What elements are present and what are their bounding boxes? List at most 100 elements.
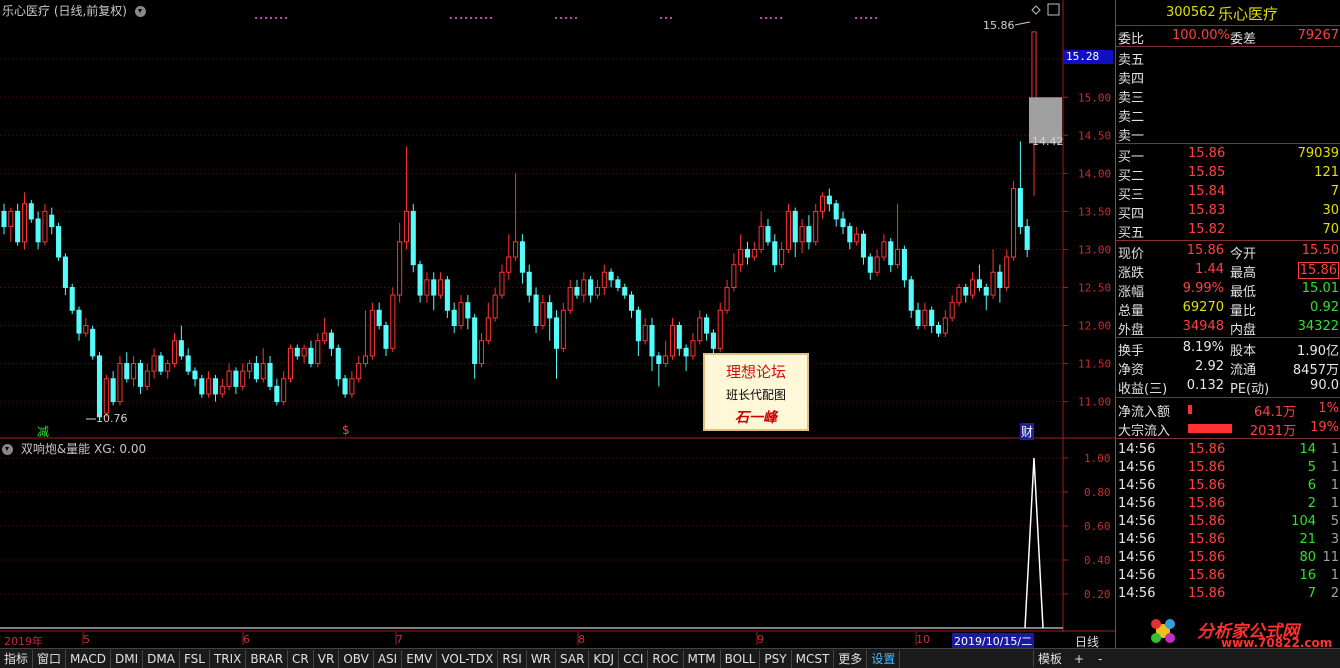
candle-body[interactable]	[922, 309, 928, 326]
tab-指标[interactable]: 指标	[0, 649, 34, 668]
candle-body[interactable]	[772, 241, 778, 266]
mark-jian[interactable]: 减	[37, 423, 49, 440]
candle-body[interactable]	[1010, 188, 1017, 258]
candle-body[interactable]	[663, 355, 669, 365]
candle-body[interactable]	[103, 378, 109, 414]
candle-body[interactable]	[485, 317, 491, 342]
candle-body[interactable]	[560, 309, 566, 349]
tab-boll[interactable]: BOLL	[721, 649, 761, 668]
candle-body[interactable]	[301, 347, 307, 357]
tab-obv[interactable]: OBV	[339, 649, 374, 668]
candle-body[interactable]	[151, 355, 157, 372]
candle-body[interactable]	[212, 378, 219, 395]
tab-asi[interactable]: ASI	[374, 649, 403, 668]
candle-body[interactable]	[1, 210, 7, 228]
candle-body[interactable]	[942, 317, 948, 334]
tab-psy[interactable]: PSY	[760, 649, 792, 668]
tab-dmi[interactable]: DMI	[111, 649, 144, 668]
tab-cr[interactable]: CR	[288, 649, 314, 668]
candle-body[interactable]	[540, 302, 546, 326]
candle-body[interactable]	[260, 363, 266, 380]
tab-更多[interactable]: 更多	[834, 649, 868, 668]
candle-body[interactable]	[356, 363, 362, 380]
candle-body[interactable]	[895, 248, 901, 266]
candle-body[interactable]	[622, 286, 628, 296]
candle-body[interactable]	[649, 324, 655, 357]
tab-rsi[interactable]: RSI	[498, 649, 527, 668]
candle-body[interactable]	[785, 210, 791, 250]
window-icon[interactable]	[1047, 3, 1060, 16]
template-button[interactable]: 模板	[1033, 650, 1066, 667]
candle-body[interactable]	[826, 195, 832, 205]
candle-body[interactable]	[315, 340, 321, 365]
candle-body[interactable]	[499, 271, 505, 296]
candle-body[interactable]	[717, 309, 723, 349]
candle-body[interactable]	[949, 302, 955, 319]
candle-body[interactable]	[642, 324, 648, 342]
candle-body[interactable]	[588, 279, 594, 296]
tab-vol-tdx[interactable]: VOL-TDX	[437, 649, 499, 668]
candle-body[interactable]	[117, 363, 123, 403]
candle-body[interactable]	[376, 309, 382, 326]
candle-body[interactable]	[506, 256, 512, 273]
candle-body[interactable]	[219, 385, 225, 395]
tab-mtm[interactable]: MTM	[684, 649, 721, 668]
tab-dma[interactable]: DMA	[143, 649, 180, 668]
candle-body[interactable]	[144, 370, 150, 387]
candle-body[interactable]	[247, 363, 253, 372]
candle-body[interactable]	[342, 378, 348, 395]
candle-body[interactable]	[69, 286, 75, 311]
candle-body[interactable]	[860, 233, 867, 258]
candle-body[interactable]	[438, 279, 444, 296]
candle-body[interactable]	[76, 309, 82, 334]
candle-body[interactable]	[676, 324, 682, 349]
mark-dollar[interactable]: $	[342, 423, 350, 437]
candle-body[interactable]	[21, 203, 28, 243]
candle-body[interactable]	[8, 210, 14, 228]
candle-body[interactable]	[274, 385, 280, 403]
candle-body[interactable]	[444, 279, 450, 311]
candle-body[interactable]	[110, 378, 116, 403]
tab-trix[interactable]: TRIX	[210, 649, 247, 668]
zoom-in-button[interactable]: +	[1066, 652, 1092, 666]
candle-body[interactable]	[806, 226, 812, 243]
candle-body[interactable]	[349, 378, 355, 395]
candle-body[interactable]	[819, 195, 826, 212]
candle-body[interactable]	[854, 233, 860, 243]
tab-brar[interactable]: BRAR	[246, 649, 289, 668]
candle-body[interactable]	[131, 363, 137, 380]
candle-body[interactable]	[888, 241, 894, 266]
candle-body[interactable]	[322, 332, 328, 342]
candle-body[interactable]	[233, 370, 239, 387]
candle-body[interactable]	[465, 302, 471, 319]
candle-body[interactable]	[683, 347, 689, 357]
candle-body[interactable]	[901, 248, 907, 281]
candle-body[interactable]	[424, 279, 430, 296]
candle-body[interactable]	[328, 332, 334, 349]
candle-body[interactable]	[935, 324, 942, 334]
candle-body[interactable]	[840, 218, 846, 228]
candle-body[interactable]	[124, 363, 130, 380]
candle-body[interactable]	[779, 248, 785, 266]
candle-body[interactable]	[137, 363, 143, 387]
candle-body[interactable]	[15, 210, 21, 243]
candle-body[interactable]	[594, 286, 600, 296]
candle-body[interactable]	[281, 378, 287, 403]
tab-cci[interactable]: CCI	[619, 649, 649, 668]
candle-body[interactable]	[458, 302, 464, 326]
candle-body[interactable]	[431, 279, 437, 296]
tab-wr[interactable]: WR	[527, 649, 557, 668]
candle-body[interactable]	[970, 279, 976, 296]
candle-body[interactable]	[519, 241, 525, 273]
candle-body[interactable]	[451, 309, 457, 326]
chevron-down-icon[interactable]	[134, 6, 146, 17]
candle-body[interactable]	[410, 210, 416, 266]
candle-body[interactable]	[963, 286, 969, 296]
candle-body[interactable]	[165, 363, 171, 372]
candle-body[interactable]	[533, 294, 539, 326]
candle-body[interactable]	[526, 271, 532, 296]
candle-body[interactable]	[253, 363, 259, 380]
tab-mcst[interactable]: MCST	[792, 649, 835, 668]
candle-body[interactable]	[874, 256, 880, 273]
candle-body[interactable]	[178, 340, 184, 357]
